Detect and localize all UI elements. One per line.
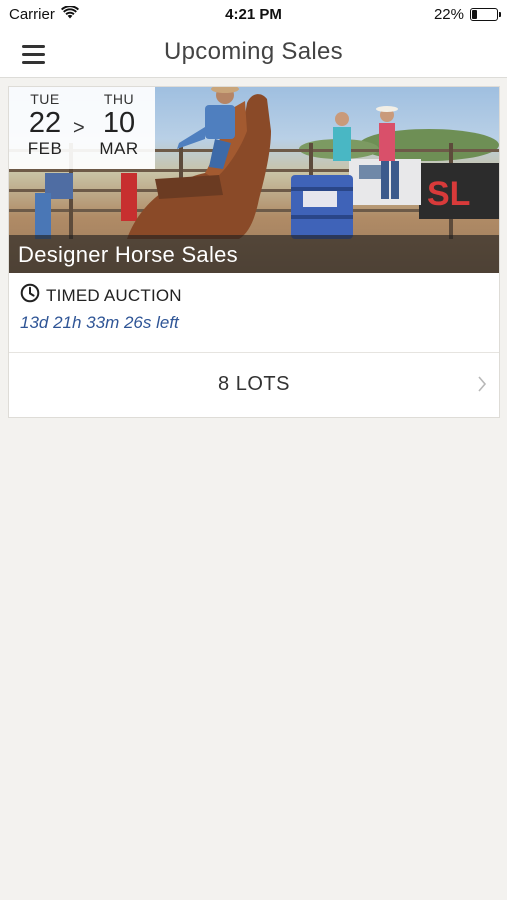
battery-fill: [472, 9, 478, 19]
sale-cover-image[interactable]: SL TUE 22 FEB > THU 10 MAR Designer Hors…: [9, 87, 499, 273]
start-day-of-week: TUE: [30, 91, 60, 107]
lots-count-label: 8 LOTS: [218, 373, 290, 395]
battery-percent: 22%: [433, 5, 464, 23]
end-date: THU 10 MAR: [91, 91, 147, 159]
status-bar: Carrier 4:21 PM 22%: [0, 0, 507, 28]
end-month: MAR: [99, 139, 139, 158]
carrier-label: Carrier: [9, 5, 55, 23]
svg-text:SL: SL: [427, 175, 470, 213]
date-range-separator: >: [73, 117, 85, 139]
start-date: TUE 22 FEB: [17, 91, 73, 159]
auction-type-label: TIMED AUCTION: [46, 285, 182, 305]
end-day-of-week: THU: [103, 91, 135, 107]
sale-title[interactable]: Designer Horse Sales: [18, 242, 238, 268]
sale-card[interactable]: SL TUE 22 FEB > THU 10 MAR Designer Hors…: [8, 86, 500, 418]
chevron-right-icon: [477, 375, 487, 398]
start-day: 22: [28, 107, 62, 139]
view-lots-button[interactable]: 8 LOTS: [9, 353, 499, 417]
sale-title-bar: Designer Horse Sales: [9, 235, 499, 273]
auction-type-row: TIMED AUCTION: [20, 283, 182, 308]
nav-bar: Upcoming Sales: [0, 28, 507, 78]
end-day: 10: [102, 107, 136, 139]
status-right: 22%: [433, 5, 501, 23]
battery-icon: [470, 7, 501, 21]
page-title: Upcoming Sales: [164, 38, 343, 65]
status-left: Carrier: [9, 4, 79, 23]
time-remaining: 13d 21h 33m 26s left: [20, 313, 179, 332]
start-month: FEB: [27, 139, 63, 158]
clock-icon: [20, 283, 40, 308]
sale-date-range: TUE 22 FEB > THU 10 MAR: [9, 87, 155, 169]
wifi-icon: [60, 4, 79, 23]
